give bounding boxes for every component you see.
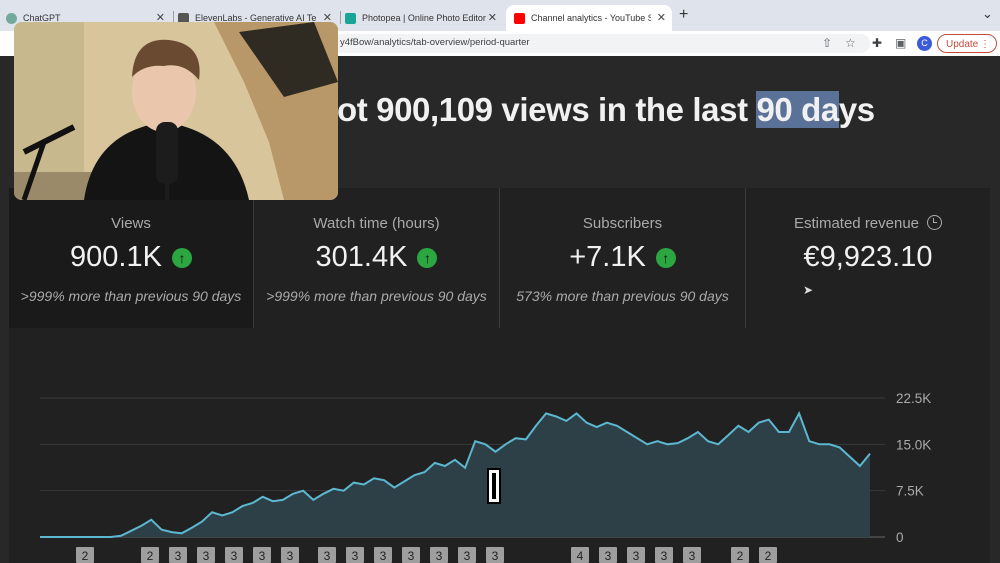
upload-marker-label: 3 (464, 549, 471, 563)
upload-marker[interactable]: 3 (655, 547, 673, 563)
upload-marker-label: 2 (82, 549, 89, 563)
upload-marker-label: 3 (203, 549, 210, 563)
upload-marker-label: 2 (737, 549, 744, 563)
upload-marker-label: 3 (352, 549, 359, 563)
upload-marker[interactable]: 2 (759, 547, 777, 563)
upload-marker-label: 3 (408, 549, 415, 563)
upload-marker[interactable]: 3 (599, 547, 617, 563)
upload-marker[interactable]: 3 (627, 547, 645, 563)
area-fill (40, 413, 870, 537)
upload-marker-label: 2 (765, 549, 772, 563)
upload-marker[interactable]: 2 (76, 547, 94, 563)
upload-marker[interactable]: 3 (169, 547, 187, 563)
upload-marker-label: 3 (689, 549, 696, 563)
y-tick-label: 7.5K (896, 484, 924, 499)
upload-marker[interactable]: 3 (486, 547, 504, 563)
upload-marker[interactable]: 4 (571, 547, 589, 563)
webcam-person-image (14, 22, 338, 200)
upload-marker[interactable]: 3 (225, 547, 243, 563)
upload-marker-label: 3 (175, 549, 182, 563)
upload-marker[interactable]: 3 (683, 547, 701, 563)
upload-marker-label: 3 (231, 549, 238, 563)
upload-marker-label: 3 (380, 549, 387, 563)
upload-marker-label: 3 (492, 549, 499, 563)
text-cursor-marker-inner (492, 473, 496, 499)
upload-marker[interactable]: 3 (253, 547, 271, 563)
upload-marker-label: 3 (436, 549, 443, 563)
y-tick-label: 22.5K (896, 391, 931, 406)
y-tick-label: 0 (896, 530, 904, 545)
upload-marker[interactable]: 2 (731, 547, 749, 563)
upload-marker[interactable]: 3 (402, 547, 420, 563)
upload-marker[interactable]: 3 (318, 547, 336, 563)
upload-marker[interactable]: 3 (197, 547, 215, 563)
upload-marker-label: 3 (661, 549, 668, 563)
upload-marker[interactable]: 3 (281, 547, 299, 563)
upload-marker-label: 3 (633, 549, 640, 563)
webcam-overlay (14, 22, 338, 200)
upload-marker[interactable]: 3 (458, 547, 476, 563)
upload-marker[interactable]: 3 (346, 547, 364, 563)
upload-marker-label: 3 (259, 549, 266, 563)
upload-marker-label: 4 (577, 549, 584, 563)
upload-marker-label: 2 (147, 549, 154, 563)
upload-marker[interactable]: 3 (374, 547, 392, 563)
upload-marker[interactable]: 2 (141, 547, 159, 563)
y-tick-label: 15.0K (896, 437, 931, 452)
upload-marker-label: 3 (605, 549, 612, 563)
upload-marker-label: 3 (287, 549, 294, 563)
upload-marker[interactable]: 3 (430, 547, 448, 563)
upload-marker-label: 3 (324, 549, 331, 563)
